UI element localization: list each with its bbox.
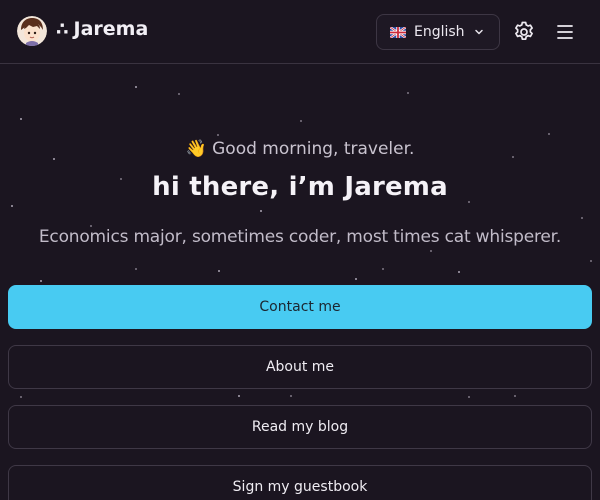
star-dot — [290, 395, 292, 397]
star-dot — [382, 268, 384, 270]
star-dot — [300, 120, 302, 122]
brand-name: Jarema — [73, 18, 149, 40]
star-dot — [407, 92, 409, 94]
sign-guestbook-button[interactable]: Sign my guestbook — [8, 465, 592, 500]
hamburger-menu-icon — [557, 25, 573, 39]
uk-flag-icon — [390, 26, 406, 38]
star-dot — [178, 93, 180, 95]
menu-button[interactable] — [554, 22, 576, 42]
language-select[interactable]: English — [376, 14, 500, 50]
star-dot — [238, 395, 240, 397]
star-dot — [11, 205, 13, 207]
settings-gear-icon — [515, 21, 533, 40]
top-navbar: ∴ Jarema English — [0, 0, 600, 64]
language-select-value: English — [414, 24, 465, 40]
star-dot — [590, 260, 592, 262]
star-dot — [514, 395, 516, 397]
brand-dots-icon: ∴ — [56, 18, 68, 40]
avatar-image — [17, 16, 47, 46]
star-dot — [548, 133, 550, 135]
greeting-text: Good morning, traveler. — [212, 139, 415, 159]
star-dot — [40, 280, 42, 282]
page-title: hi there, i’m Jarema — [152, 172, 448, 202]
star-dot — [458, 271, 460, 273]
settings-button[interactable] — [512, 20, 536, 44]
star-dot — [217, 134, 219, 136]
star-dot — [581, 217, 583, 219]
page: ∴ Jarema English 👋 Good morning, travele… — [0, 0, 600, 500]
star-dot — [468, 396, 470, 398]
star-dot — [20, 396, 22, 398]
contact-me-button[interactable]: Contact me — [8, 285, 592, 329]
star-dot — [260, 210, 262, 212]
star-dot — [430, 250, 432, 252]
star-dot — [218, 270, 220, 272]
star-dot — [355, 278, 357, 280]
greeting: 👋 Good morning, traveler. — [0, 139, 600, 159]
chevron-down-icon — [475, 29, 483, 35]
waving-hand-emoji: 👋 — [185, 139, 207, 159]
brand-link[interactable]: ∴ Jarema — [56, 18, 148, 40]
read-blog-button[interactable]: Read my blog — [8, 405, 592, 449]
star-dot — [135, 86, 137, 88]
tagline: Economics major, sometimes coder, most t… — [38, 227, 562, 247]
avatar[interactable] — [17, 16, 47, 46]
about-me-button[interactable]: About me — [8, 345, 592, 389]
star-dot — [20, 118, 22, 120]
star-dot — [135, 268, 137, 270]
